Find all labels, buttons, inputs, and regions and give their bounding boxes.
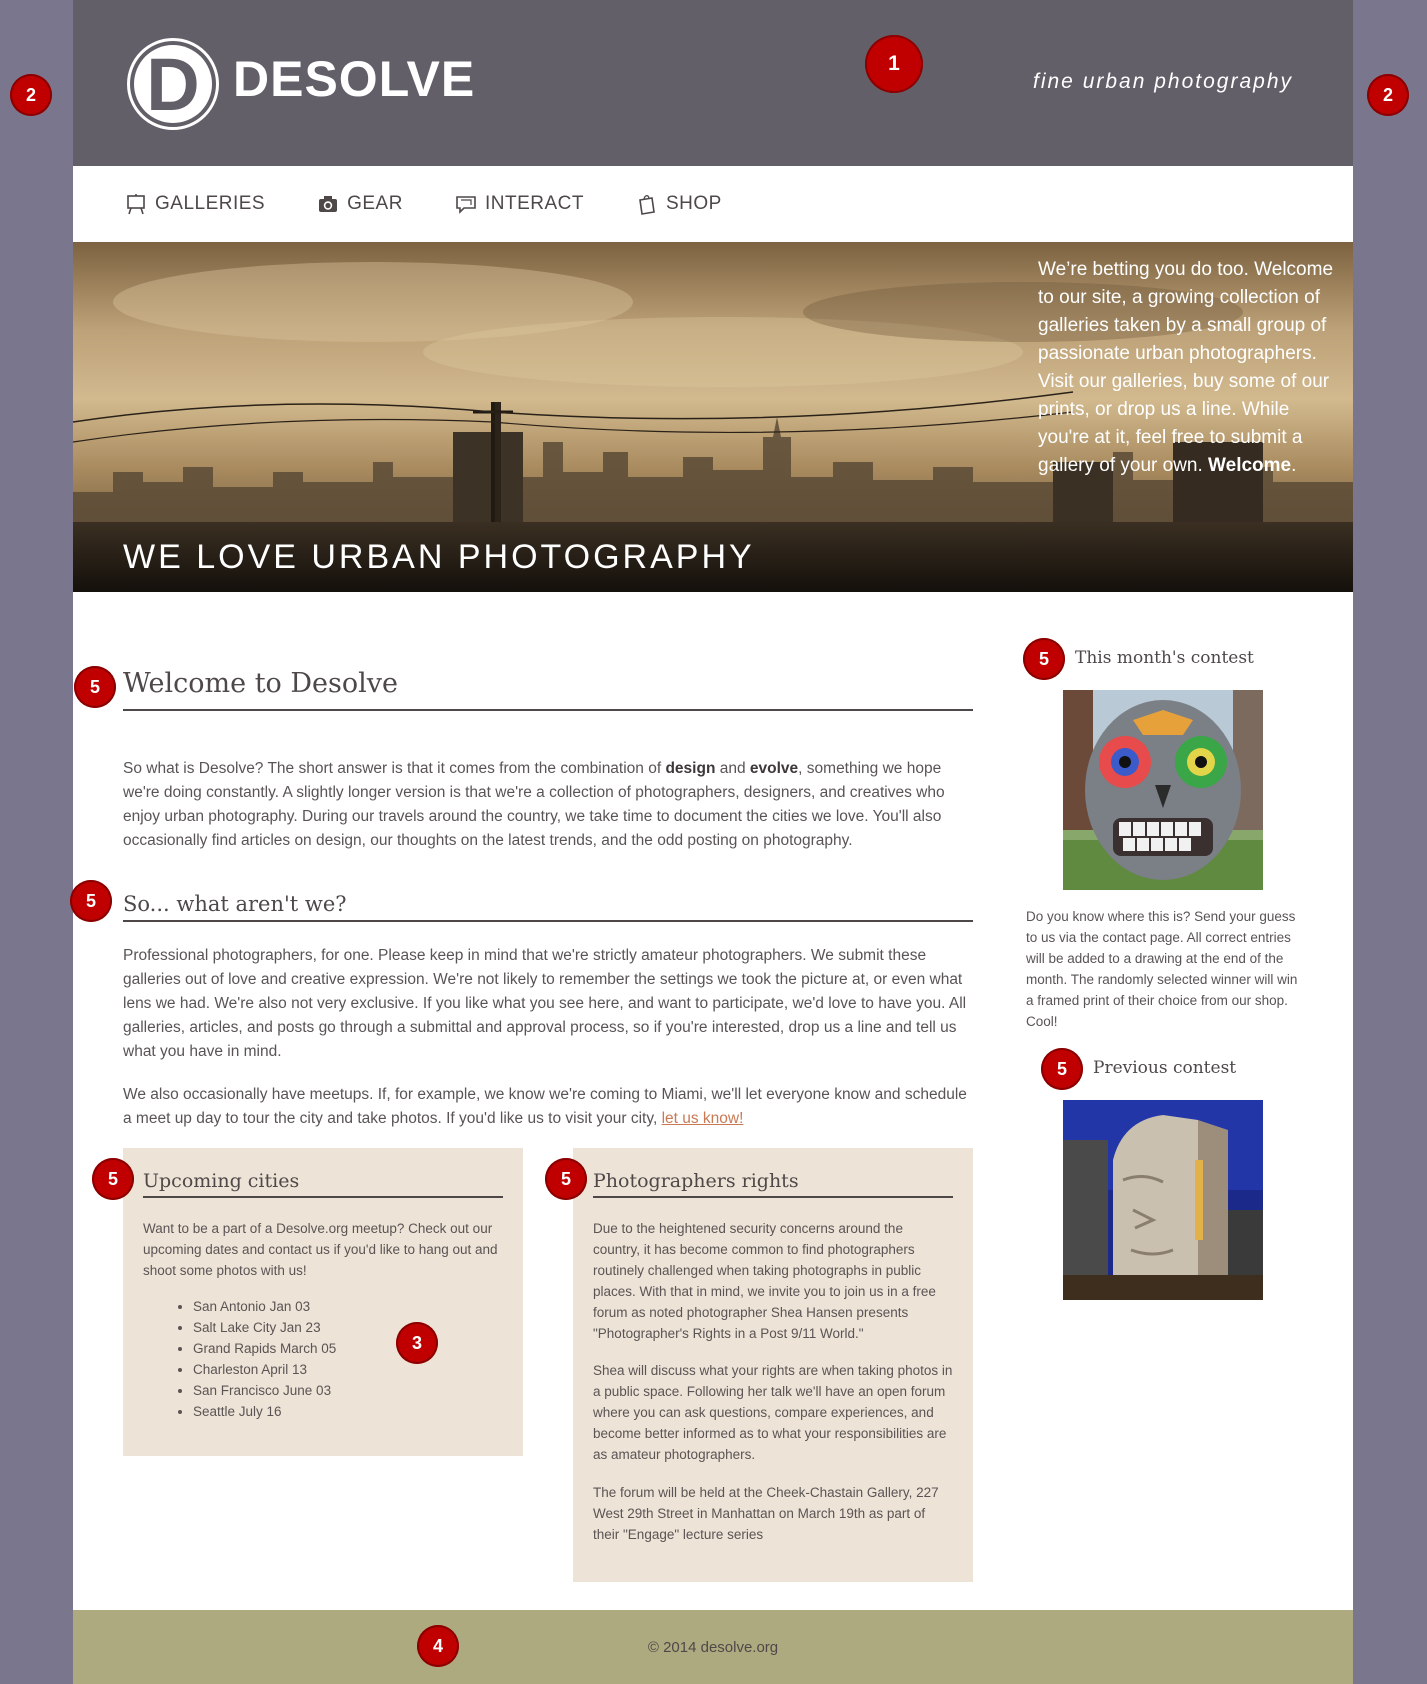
hero-title: WE LOVE URBAN PHOTOGRAPHY xyxy=(123,538,755,576)
photographers-rights-title: Photographers rights xyxy=(593,1170,953,1198)
list-item: Grand Rapids March 05 xyxy=(193,1338,423,1359)
intro-paragraph: So what is Desolve? The short answer is … xyxy=(123,757,973,853)
main-nav: GALLERIES GEAR INTERACT SHOP xyxy=(73,166,1353,242)
previous-contest-photo[interactable] xyxy=(1063,1100,1263,1300)
site-logo-text[interactable]: DESOLVE xyxy=(233,54,475,104)
annotation-marker-5: 5 xyxy=(74,666,116,708)
logo-letter: D xyxy=(146,43,200,126)
hero-banner: WE LOVE URBAN PHOTOGRAPHY We’re betting … xyxy=(73,242,1353,592)
previous-contest-title: Previous contest xyxy=(1093,1058,1237,1078)
intro-text: and xyxy=(715,760,750,777)
nav-item-galleries[interactable]: GALLERIES xyxy=(125,193,265,215)
hero-text-body: We’re betting you do too. Welcome to our… xyxy=(1038,259,1334,476)
upcoming-cities-box: Upcoming cities Want to be a part of a D… xyxy=(123,1148,523,1456)
hero-text-end: . xyxy=(1291,455,1297,476)
annotation-marker-5: 5 xyxy=(70,880,112,922)
camera-icon xyxy=(319,196,338,212)
list-item: Charleston April 13 xyxy=(193,1359,423,1380)
annotation-marker-2-right: 2 xyxy=(1367,74,1409,116)
site-header: D DESOLVE fine urban photography 1 xyxy=(73,0,1353,166)
nav-label: GEAR xyxy=(347,193,403,214)
annotation-marker-5: 5 xyxy=(545,1158,587,1200)
contest-photo[interactable] xyxy=(1063,690,1263,890)
list-item: Seattle July 16 xyxy=(193,1401,423,1422)
easel-icon xyxy=(127,194,145,215)
nav-label: INTERACT xyxy=(484,193,584,214)
speech-bubble-icon xyxy=(456,196,476,214)
hero-text-bold: Welcome xyxy=(1208,455,1292,476)
page-title: Welcome to Desolve xyxy=(123,668,973,711)
page-container: D DESOLVE fine urban photography 1 GALLE… xyxy=(70,0,1353,1684)
upcoming-cities-list: San Antonio Jan 03 Salt Lake City Jan 23… xyxy=(193,1296,423,1422)
nav-item-interact[interactable]: INTERACT xyxy=(455,193,584,215)
site-tagline: fine urban photography xyxy=(1033,70,1293,93)
nav-label: SHOP xyxy=(665,193,722,214)
annotation-marker-5: 5 xyxy=(1041,1048,1083,1090)
annotation-marker-1: 1 xyxy=(865,35,923,93)
let-us-know-link[interactable]: let us know! xyxy=(662,1110,744,1127)
head-sculpture-image xyxy=(1063,1100,1263,1300)
contest-text: Do you know where this is? Send your gue… xyxy=(1026,909,1298,1029)
about-paragraph: Professional photographers, for one. Ple… xyxy=(123,947,967,1060)
list-item: San Francisco June 03 xyxy=(193,1380,423,1401)
shopping-bag-icon xyxy=(639,195,655,215)
upcoming-cities-text: Want to be a part of a Desolve.org meetu… xyxy=(143,1221,498,1278)
nav-item-gear[interactable]: GEAR xyxy=(317,193,403,215)
annotation-marker-5: 5 xyxy=(92,1158,134,1200)
rights-paragraph-2: Shea will discuss what your rights are w… xyxy=(593,1363,953,1462)
logo-icon[interactable]: D xyxy=(127,38,219,130)
site-footer: © 2014 desolve.org xyxy=(73,1610,1353,1684)
meetups-paragraph: We also occasionally have meetups. If, f… xyxy=(123,1083,973,1131)
intro-text: So what is Desolve? The short answer is … xyxy=(123,760,666,777)
copyright-text: © 2014 desolve.org xyxy=(647,1638,779,1656)
meetups-text: We also occasionally have meetups. If, f… xyxy=(123,1086,967,1127)
annotation-marker-4: 4 xyxy=(417,1625,459,1667)
nav-item-shop[interactable]: SHOP xyxy=(636,193,722,215)
skull-sculpture-image xyxy=(1063,690,1263,890)
contest-title: This month's contest xyxy=(1075,648,1254,668)
annotation-marker-3: 3 xyxy=(396,1322,438,1364)
photographers-rights-box: Photographers rights Due to the heighten… xyxy=(573,1148,973,1582)
list-item: Salt Lake City Jan 23 xyxy=(193,1317,423,1338)
section-title: So... what aren't we? xyxy=(123,892,973,922)
intro-bold-evolve: evolve xyxy=(749,760,799,777)
nav-label: GALLERIES xyxy=(155,193,266,214)
upcoming-cities-title: Upcoming cities xyxy=(143,1170,503,1198)
list-item: San Antonio Jan 03 xyxy=(193,1296,423,1317)
annotation-marker-5: 5 xyxy=(1023,638,1065,680)
annotation-marker-2-left: 2 xyxy=(10,74,52,116)
hero-text: We’re betting you do too. Welcome to our… xyxy=(1038,256,1343,480)
intro-bold-design: design xyxy=(665,760,716,777)
rights-paragraph-3: The forum will be held at the Cheek-Chas… xyxy=(593,1485,939,1542)
rights-paragraph-1: Due to the heightened security concerns … xyxy=(593,1221,936,1341)
